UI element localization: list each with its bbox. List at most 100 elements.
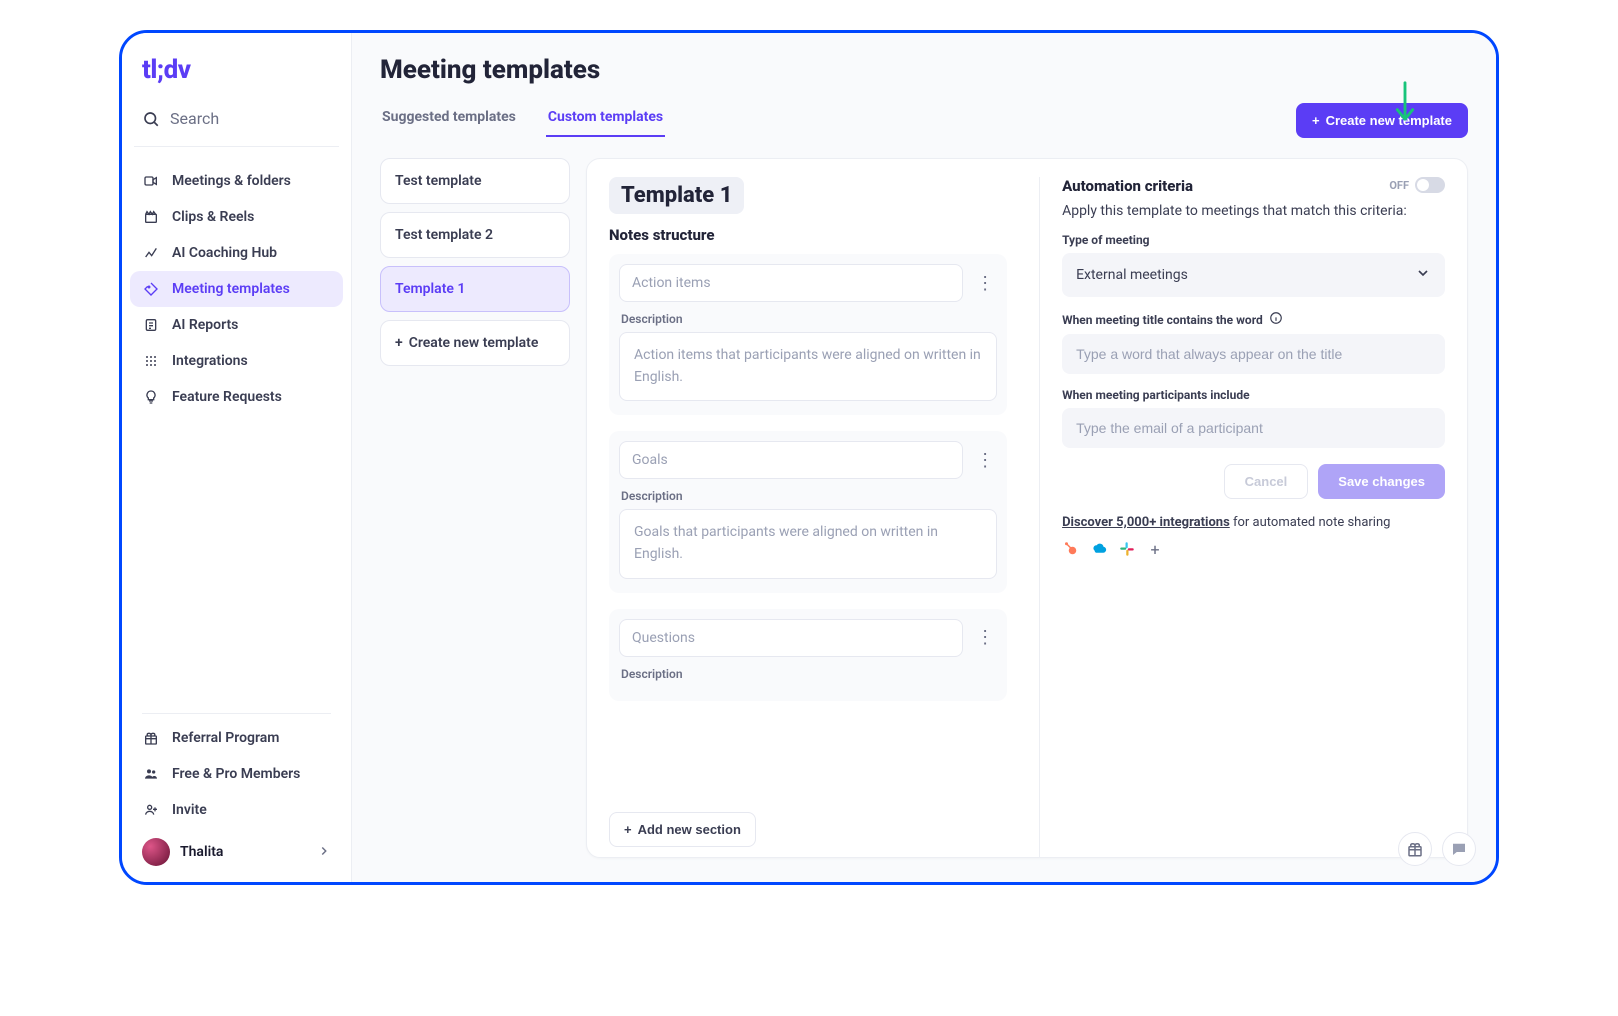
nav-label: AI Reports xyxy=(172,317,238,333)
toggle-label: OFF xyxy=(1389,179,1409,192)
note-section: Questions ⋮ Description xyxy=(609,609,1007,701)
page-title: Meeting templates xyxy=(380,55,1468,85)
hubspot-icon[interactable] xyxy=(1062,540,1080,558)
gift-icon xyxy=(142,729,160,747)
automation-subheading: Apply this template to meetings that mat… xyxy=(1062,203,1445,219)
profile-button[interactable]: Thalita xyxy=(130,828,343,876)
plus-icon: + xyxy=(624,822,632,837)
nav-label: Feature Requests xyxy=(172,389,282,405)
note-section: Goals ⋮ Description Goals that participa… xyxy=(609,431,1007,592)
plus-icon: + xyxy=(395,335,403,351)
nav-invite[interactable]: Invite xyxy=(130,792,343,828)
template-list: Test template Test template 2 Template 1… xyxy=(380,158,570,858)
chart-icon xyxy=(142,244,160,262)
nav-label: Meeting templates xyxy=(172,281,290,297)
section-menu-button[interactable]: ⋮ xyxy=(973,448,997,472)
slack-icon[interactable] xyxy=(1118,540,1136,558)
template-editor: OFF Template 1 Notes structure Action it… xyxy=(586,158,1468,858)
tutorial-arrow-icon xyxy=(1392,79,1418,129)
automation-heading: Automation criteria xyxy=(1062,177,1445,195)
report-icon xyxy=(142,316,160,334)
participants-label: When meeting participants include xyxy=(1062,388,1445,402)
primary-nav: Meetings & folders Clips & Reels AI Coac… xyxy=(122,153,351,425)
create-template-item[interactable]: + Create new template xyxy=(380,320,570,366)
section-description-input[interactable]: Action items that participants were alig… xyxy=(619,332,997,401)
cancel-button[interactable]: Cancel xyxy=(1224,464,1309,499)
brand-text: tl;dv xyxy=(142,55,190,85)
title-contains-input[interactable] xyxy=(1062,334,1445,374)
tab-custom[interactable]: Custom templates xyxy=(546,103,665,137)
template-tabs: Suggested templates Custom templates xyxy=(380,103,665,138)
tab-suggested[interactable]: Suggested templates xyxy=(380,103,518,137)
save-button[interactable]: Save changes xyxy=(1318,464,1445,499)
section-title-input[interactable]: Action items xyxy=(619,264,963,302)
bulb-icon xyxy=(142,388,160,406)
info-icon[interactable] xyxy=(1269,311,1283,328)
camera-icon xyxy=(142,172,160,190)
meeting-type-label: Type of meeting xyxy=(1062,233,1445,247)
integration-icons-row: + xyxy=(1062,540,1445,558)
nav-feature-requests[interactable]: Feature Requests xyxy=(130,379,343,415)
template-list-item[interactable]: Test template 2 xyxy=(380,212,570,258)
nav-label: Referral Program xyxy=(172,730,279,746)
nav-label: AI Coaching Hub xyxy=(172,245,277,261)
note-section: Action items ⋮ Description Action items … xyxy=(609,254,1007,415)
nav-label: Free & Pro Members xyxy=(172,766,300,782)
people-icon xyxy=(142,765,160,783)
template-name-input[interactable]: Template 1 xyxy=(609,177,744,214)
section-menu-button[interactable]: ⋮ xyxy=(973,626,997,650)
template-list-item[interactable]: Template 1 xyxy=(380,266,570,312)
button-label: Add new section xyxy=(638,822,741,837)
add-integration-button[interactable]: + xyxy=(1146,540,1164,558)
section-title-input[interactable]: Goals xyxy=(619,441,963,479)
section-description-input[interactable]: Goals that participants were aligned on … xyxy=(619,509,997,578)
template-list-item[interactable]: Test template xyxy=(380,158,570,204)
add-person-icon xyxy=(142,801,160,819)
main: Meeting templates Suggested templates Cu… xyxy=(352,33,1496,882)
chat-float-button[interactable] xyxy=(1442,832,1476,866)
clapper-icon xyxy=(142,208,160,226)
nav-integrations[interactable]: Integrations xyxy=(130,343,343,379)
grid-icon xyxy=(142,352,160,370)
nav-ai-coaching[interactable]: AI Coaching Hub xyxy=(130,235,343,271)
avatar xyxy=(142,838,170,866)
sidebar-bottom: Referral Program Free & Pro Members Invi… xyxy=(122,699,351,882)
salesforce-icon[interactable] xyxy=(1090,540,1108,558)
gift-float-button[interactable] xyxy=(1398,832,1432,866)
description-label: Description xyxy=(621,312,995,326)
create-template-button[interactable]: + Create new template xyxy=(1296,103,1468,138)
notes-structure-heading: Notes structure xyxy=(609,226,1011,244)
nav-clips-reels[interactable]: Clips & Reels xyxy=(130,199,343,235)
nav-label: Meetings & folders xyxy=(172,173,291,189)
section-title-input[interactable]: Questions xyxy=(619,619,963,657)
discover-integrations-link[interactable]: Discover 5,000+ integrations for automat… xyxy=(1062,515,1445,530)
nav-members[interactable]: Free & Pro Members xyxy=(130,756,343,792)
nav-label: Integrations xyxy=(172,353,248,369)
nav-meetings-folders[interactable]: Meetings & folders xyxy=(130,163,343,199)
title-contains-label: When meeting title contains the word xyxy=(1062,311,1445,328)
description-label: Description xyxy=(621,489,995,503)
section-menu-button[interactable]: ⋮ xyxy=(973,271,997,295)
meeting-type-select[interactable]: External meetings xyxy=(1062,253,1445,297)
search-icon xyxy=(142,110,160,128)
participants-input[interactable] xyxy=(1062,408,1445,448)
chevron-right-icon xyxy=(317,843,331,862)
add-section-button[interactable]: + Add new section xyxy=(609,812,756,847)
nav-meeting-templates[interactable]: Meeting templates xyxy=(130,271,343,307)
plus-icon: + xyxy=(1312,113,1320,128)
nav-label: Clips & Reels xyxy=(172,209,254,225)
brand-logo: tl;dv xyxy=(122,33,351,97)
button-label: Create new template xyxy=(409,335,539,351)
template-enable-toggle[interactable]: OFF xyxy=(1389,177,1445,193)
description-label: Description xyxy=(621,667,995,681)
tag-icon xyxy=(142,280,160,298)
profile-name: Thalita xyxy=(180,844,223,860)
nav-ai-reports[interactable]: AI Reports xyxy=(130,307,343,343)
nav-label: Invite xyxy=(172,802,207,818)
nav-referral[interactable]: Referral Program xyxy=(130,720,343,756)
chevron-down-icon xyxy=(1415,265,1431,285)
search-label: Search xyxy=(170,109,219,128)
toggle-icon xyxy=(1415,177,1445,193)
search-button[interactable]: Search xyxy=(122,97,351,140)
select-value: External meetings xyxy=(1076,267,1188,283)
